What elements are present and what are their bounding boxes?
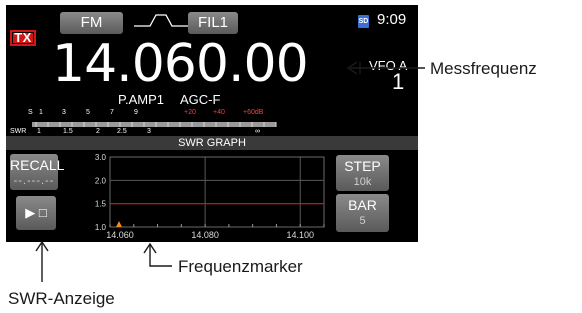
recall-value: --.---.-- bbox=[13, 175, 55, 187]
s-meter-label: S bbox=[28, 109, 33, 116]
bar-button-label: BAR bbox=[348, 197, 377, 213]
agc-indicator: AGC-F bbox=[180, 92, 221, 107]
frequency-marker bbox=[116, 221, 122, 227]
arrow-head bbox=[35, 240, 49, 252]
s-over-tick: +60dB bbox=[243, 109, 264, 116]
swr-tick: 1 bbox=[37, 128, 41, 135]
swr-tick: 2 bbox=[96, 128, 100, 135]
play-stop-button[interactable]: ▶ □ bbox=[16, 196, 56, 230]
radio-screen: TX FM FIL1 SD 9:09 14.060.00 VFO A 1 P.A… bbox=[6, 5, 418, 242]
preamp-indicator: P.AMP1 bbox=[118, 92, 165, 107]
step-value: 10k bbox=[353, 176, 372, 188]
swr-tick: 3 bbox=[147, 128, 151, 135]
callout-measure-frequency: Messfrequenz bbox=[430, 59, 537, 78]
tx-indicator: TX bbox=[10, 30, 36, 46]
callout-swr-display: SWR-Anzeige bbox=[8, 289, 115, 308]
recall-button[interactable]: RECALL --.---.-- bbox=[10, 154, 65, 190]
s-tick: 5 bbox=[86, 109, 90, 116]
plot-frame bbox=[109, 156, 325, 228]
frequency-readout[interactable]: 14.060.00 bbox=[52, 35, 309, 93]
swr-meter-label: SWR bbox=[10, 128, 27, 135]
step-button[interactable]: STEP 10k bbox=[336, 155, 389, 191]
s-tick: 3 bbox=[62, 109, 66, 116]
s-tick: 1 bbox=[39, 109, 43, 116]
mode-button[interactable]: FM bbox=[60, 12, 123, 34]
x-tick-label: 14.080 bbox=[191, 230, 219, 240]
swr-graph-plot: 3.0 2.0 1.5 1.014.060 14.080 14.100 bbox=[95, 153, 325, 240]
s-tick: 7 bbox=[110, 109, 114, 116]
recall-button-label: RECALL bbox=[10, 157, 65, 173]
vfo-channel: 1 bbox=[392, 69, 405, 94]
s-over-tick: +20 bbox=[184, 109, 196, 116]
bar-value: 5 bbox=[359, 215, 366, 227]
swr-tick: ∞ bbox=[255, 128, 260, 135]
swr-tick: 2.5 bbox=[117, 128, 127, 135]
callout-frequency-marker: Frequenzmarker bbox=[178, 257, 303, 276]
filter-shape-icon[interactable] bbox=[132, 11, 190, 29]
x-tick-label: 14.100 bbox=[286, 230, 314, 240]
clock: 9:09 bbox=[377, 11, 407, 28]
y-tick-label: 2.0 bbox=[95, 176, 107, 185]
s-tick: 9 bbox=[134, 109, 138, 116]
s-over-tick: +40 bbox=[213, 109, 225, 116]
y-tick-label: 3.0 bbox=[95, 153, 107, 162]
x-tick-label: 14.060 bbox=[106, 230, 134, 240]
filter-button[interactable]: FIL1 bbox=[188, 12, 238, 34]
swr-tick: 1.5 bbox=[63, 128, 73, 135]
swr-graph-title: SWR GRAPH bbox=[6, 136, 418, 150]
bar-button[interactable]: BAR 5 bbox=[336, 194, 389, 232]
sd-card-icon: SD bbox=[358, 15, 369, 28]
step-button-label: STEP bbox=[344, 158, 381, 174]
y-tick-label: 1.0 bbox=[95, 223, 107, 232]
arrow-to-marker bbox=[149, 245, 172, 267]
arrow-head bbox=[143, 242, 157, 254]
y-tick-label: 1.5 bbox=[95, 200, 107, 209]
